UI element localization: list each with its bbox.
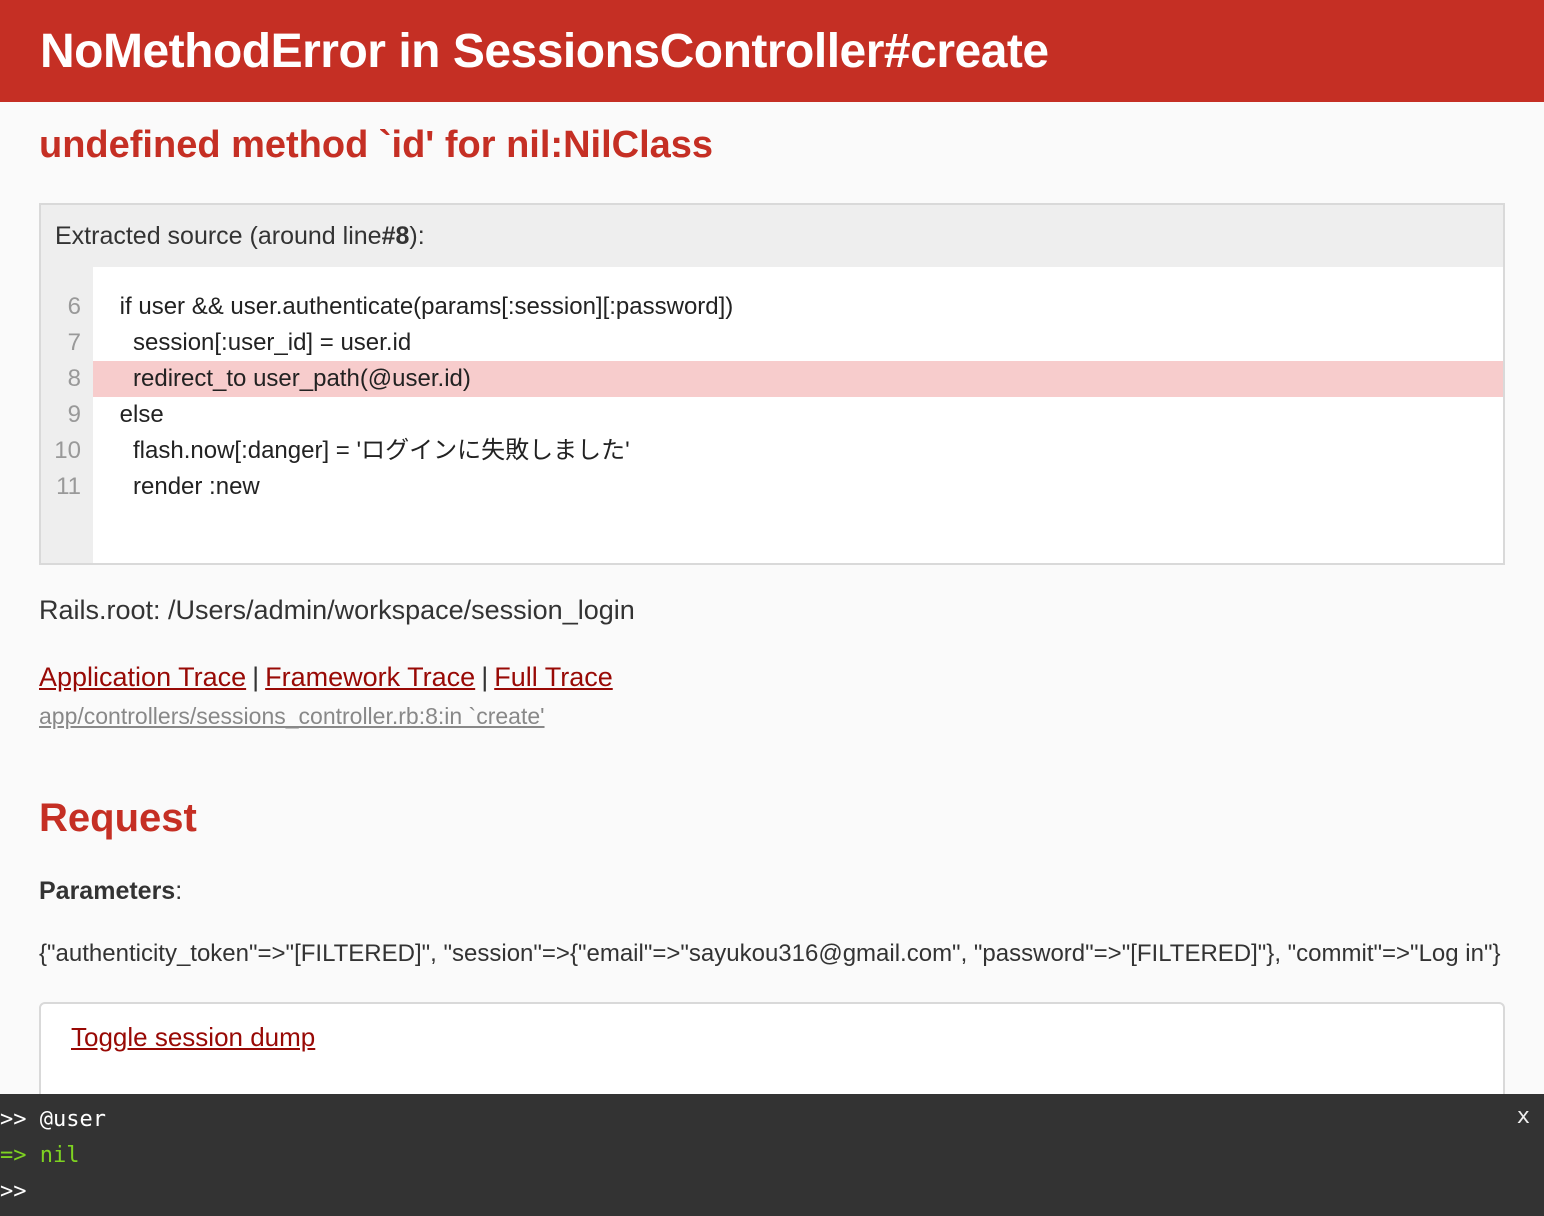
parameters-label: Parameters: bbox=[39, 877, 1505, 906]
web-console[interactable]: >> @user => nil >> x bbox=[0, 1094, 1544, 1216]
code-lines: if user && user.authenticate(params[:ses… bbox=[93, 289, 1503, 505]
console-close-button[interactable]: x bbox=[1517, 1104, 1530, 1129]
error-header: NoMethodError in SessionsController#crea… bbox=[0, 0, 1544, 102]
application-trace-link[interactable]: Application Trace bbox=[39, 662, 246, 692]
request-heading: Request bbox=[39, 796, 197, 840]
error-title: NoMethodError in SessionsController#crea… bbox=[40, 24, 1049, 78]
line-number: 7 bbox=[67, 329, 81, 356]
line-number: 10 bbox=[54, 437, 81, 464]
trace-links: Application Trace | Framework Trace | Full T… bbox=[39, 662, 1505, 693]
code-line: render :new bbox=[93, 473, 260, 500]
line-numbers: 6 7 8 9 10 11 bbox=[41, 289, 93, 505]
main-content: undefined method `id' for nil:NilClass E… bbox=[0, 124, 1544, 1102]
error-message: undefined method `id' for nil:NilClass bbox=[39, 124, 714, 166]
code-line: if user && user.authenticate(params[:ses… bbox=[93, 293, 734, 320]
full-trace-link[interactable]: Full Trace bbox=[494, 662, 613, 692]
source-info: Extracted source (around line #8): bbox=[41, 205, 1503, 267]
source-info-prefix: Extracted source (around line bbox=[55, 221, 382, 250]
console-prompt[interactable]: >> bbox=[0, 1174, 1544, 1210]
source-code: if user && user.authenticate(params[:ses… bbox=[93, 267, 1503, 563]
framework-trace-link[interactable]: Framework Trace bbox=[265, 662, 475, 692]
trace-line-link[interactable]: app/controllers/sessions_controller.rb:8… bbox=[39, 703, 545, 730]
toggle-session-dump-link[interactable]: Toggle session dump bbox=[71, 1022, 315, 1052]
console-input-line: >> @user bbox=[0, 1107, 106, 1132]
line-number: 11 bbox=[56, 473, 81, 500]
trace-separator: | bbox=[252, 662, 260, 692]
source-info-suffix: ): bbox=[409, 221, 425, 250]
extracted-source: Extracted source (around line #8): 6 7 8… bbox=[39, 203, 1505, 565]
parameters-label-colon: : bbox=[175, 877, 183, 905]
parameters-value: {"authenticity_token"=>"[FILTERED]", "se… bbox=[39, 940, 1501, 967]
code-line: session[:user_id] = user.id bbox=[93, 329, 412, 356]
source-info-line: #8 bbox=[381, 221, 410, 250]
code-line: else bbox=[93, 401, 164, 428]
line-number: 6 bbox=[67, 293, 81, 320]
code-line: redirect_to user_path(@user.id) bbox=[93, 361, 1503, 397]
line-number: 9 bbox=[67, 401, 81, 428]
code-line: flash.now[:danger] = 'ログインに失敗しました' bbox=[93, 437, 630, 464]
console-result-line: => nil bbox=[0, 1143, 80, 1168]
session-dump-box: Toggle session dump bbox=[39, 1002, 1505, 1102]
rails-root: Rails.root: /Users/admin/workspace/sessi… bbox=[39, 595, 635, 625]
parameters-label-text: Parameters bbox=[39, 877, 176, 905]
line-number: 8 bbox=[67, 365, 81, 392]
trace-separator: | bbox=[481, 662, 489, 692]
